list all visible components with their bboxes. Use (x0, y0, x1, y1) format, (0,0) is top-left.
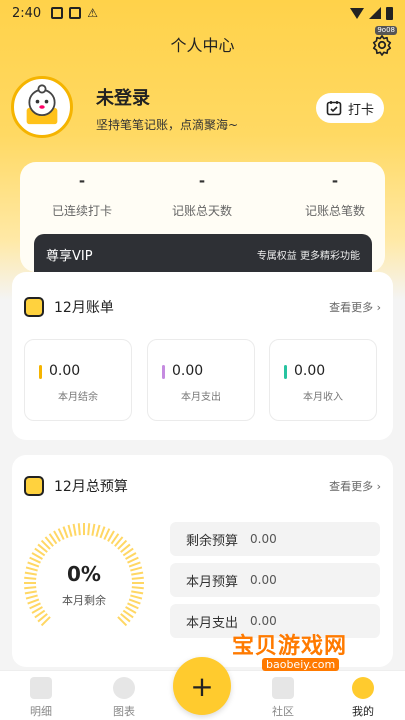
bill-icon (24, 297, 44, 317)
ring-tick (91, 523, 96, 536)
bill-title: 12月账单 (54, 300, 114, 316)
bill-value: 0.00 (294, 363, 326, 379)
stat-label: 记账总天数 (171, 204, 232, 218)
bill-expense-box[interactable]: 0.00 本月支出 (147, 339, 255, 421)
ring-tick (99, 526, 106, 539)
tab-details[interactable]: 明细 (6, 677, 76, 719)
budget-view-more-link[interactable]: 查看更多 › (329, 478, 381, 494)
budget-card-header: 12月总预算 查看更多 › (24, 461, 381, 511)
watermark-logo: 宝贝游戏网 (232, 634, 348, 659)
budget-row-monthly: 本月预算 0.00 (170, 563, 380, 597)
budget-row-label: 本月支出 (186, 615, 239, 631)
watermark-url: baobeiy.com (262, 658, 340, 671)
stat-value: - (198, 172, 206, 190)
warning-icon: ⚠ (87, 6, 98, 20)
bill-card-header: 12月账单 查看更多 › (24, 282, 381, 332)
community-icon (272, 677, 294, 699)
settings-gear-icon[interactable] (371, 34, 393, 56)
bill-value: 0.00 (172, 363, 204, 379)
stat-total-records: - 记账总笔数 (275, 172, 395, 219)
stat-label: 已连续打卡 (51, 204, 112, 218)
profile-icon (352, 677, 374, 699)
status-bar: 2:40 ⚠ (0, 0, 405, 26)
ring-tick (87, 523, 91, 536)
bill-label: 本月结余 (58, 392, 98, 403)
bill-balance-box[interactable]: 0.00 本月结余 (24, 339, 132, 421)
tab-label: 图表 (113, 705, 135, 718)
tab-mine[interactable]: 我的 (328, 677, 398, 719)
budget-row-value: 0.00 (250, 532, 277, 546)
signal-icon (369, 7, 381, 19)
ring-tick (67, 524, 73, 537)
notification-icon (51, 7, 64, 19)
app-icon (69, 7, 82, 19)
monthly-bill-card: 12月账单 查看更多 › 0.00 本月结余 0.00 本月支出 0.00 本月… (12, 272, 393, 440)
avatar[interactable] (11, 76, 73, 138)
budget-row-remaining: 剩余预算 0.00 (170, 522, 380, 556)
wifi-icon (350, 7, 364, 19)
bill-label: 本月收入 (303, 392, 343, 403)
checkin-label: 打卡 (347, 102, 374, 118)
budget-percent: 0% (67, 562, 101, 586)
ring-tick (57, 528, 65, 540)
tab-label: 明细 (30, 705, 52, 718)
vip-benefits: 专属权益 更多精彩功能 (256, 250, 360, 262)
calendar-check-icon (326, 101, 342, 116)
ring-tick (131, 586, 144, 590)
tab-label: 我的 (352, 705, 374, 718)
checkin-button[interactable]: 打卡 (316, 93, 384, 123)
balance-indicator (39, 365, 42, 379)
ring-tick (77, 523, 81, 536)
expense-indicator (162, 365, 165, 379)
income-indicator (284, 365, 287, 379)
stat-total-days: - 记账总天数 (142, 172, 262, 219)
tab-label: 社区 (272, 705, 294, 718)
ring-tick (62, 526, 69, 539)
bill-label: 本月支出 (181, 392, 221, 403)
budget-row-label: 剩余预算 (186, 533, 239, 549)
budget-row-value: 0.00 (250, 614, 277, 628)
budget-ring-label: 本月剩余 (62, 594, 106, 607)
user-name[interactable]: 未登录 (96, 84, 150, 110)
vip-banner[interactable]: 尊享VIP 专属权益 更多精彩功能 (34, 234, 372, 274)
tab-charts[interactable]: 图表 (89, 677, 159, 719)
budget-icon (24, 476, 44, 496)
stat-value: - (78, 172, 86, 190)
budget-title: 12月总预算 (54, 479, 128, 495)
chart-icon (113, 677, 135, 699)
bill-value: 0.00 (49, 363, 81, 379)
details-icon (30, 677, 52, 699)
stat-label: 记账总笔数 (304, 204, 365, 218)
mascot-avatar-icon (26, 84, 58, 125)
budget-row-label: 本月预算 (186, 574, 239, 590)
user-subtitle: 坚持笔笔记账，点滴聚海~ (96, 118, 239, 132)
page-title: 个人中心 (170, 36, 235, 55)
add-record-button[interactable]: + (173, 657, 231, 715)
budget-row-value: 0.00 (250, 573, 277, 587)
bill-income-box[interactable]: 0.00 本月收入 (269, 339, 377, 421)
tab-community[interactable]: 社区 (248, 677, 318, 719)
stat-checkin-streak: - 已连续打卡 (22, 172, 142, 219)
ring-tick (103, 528, 111, 540)
ring-tick (24, 586, 37, 590)
vip-title: 尊享VIP (46, 248, 93, 264)
battery-icon (386, 6, 393, 20)
ring-tick (95, 524, 101, 537)
ring-tick (72, 523, 77, 536)
status-time: 2:40 (12, 5, 42, 21)
bill-view-more-link[interactable]: 查看更多 › (329, 299, 381, 315)
stat-value: - (331, 172, 339, 190)
